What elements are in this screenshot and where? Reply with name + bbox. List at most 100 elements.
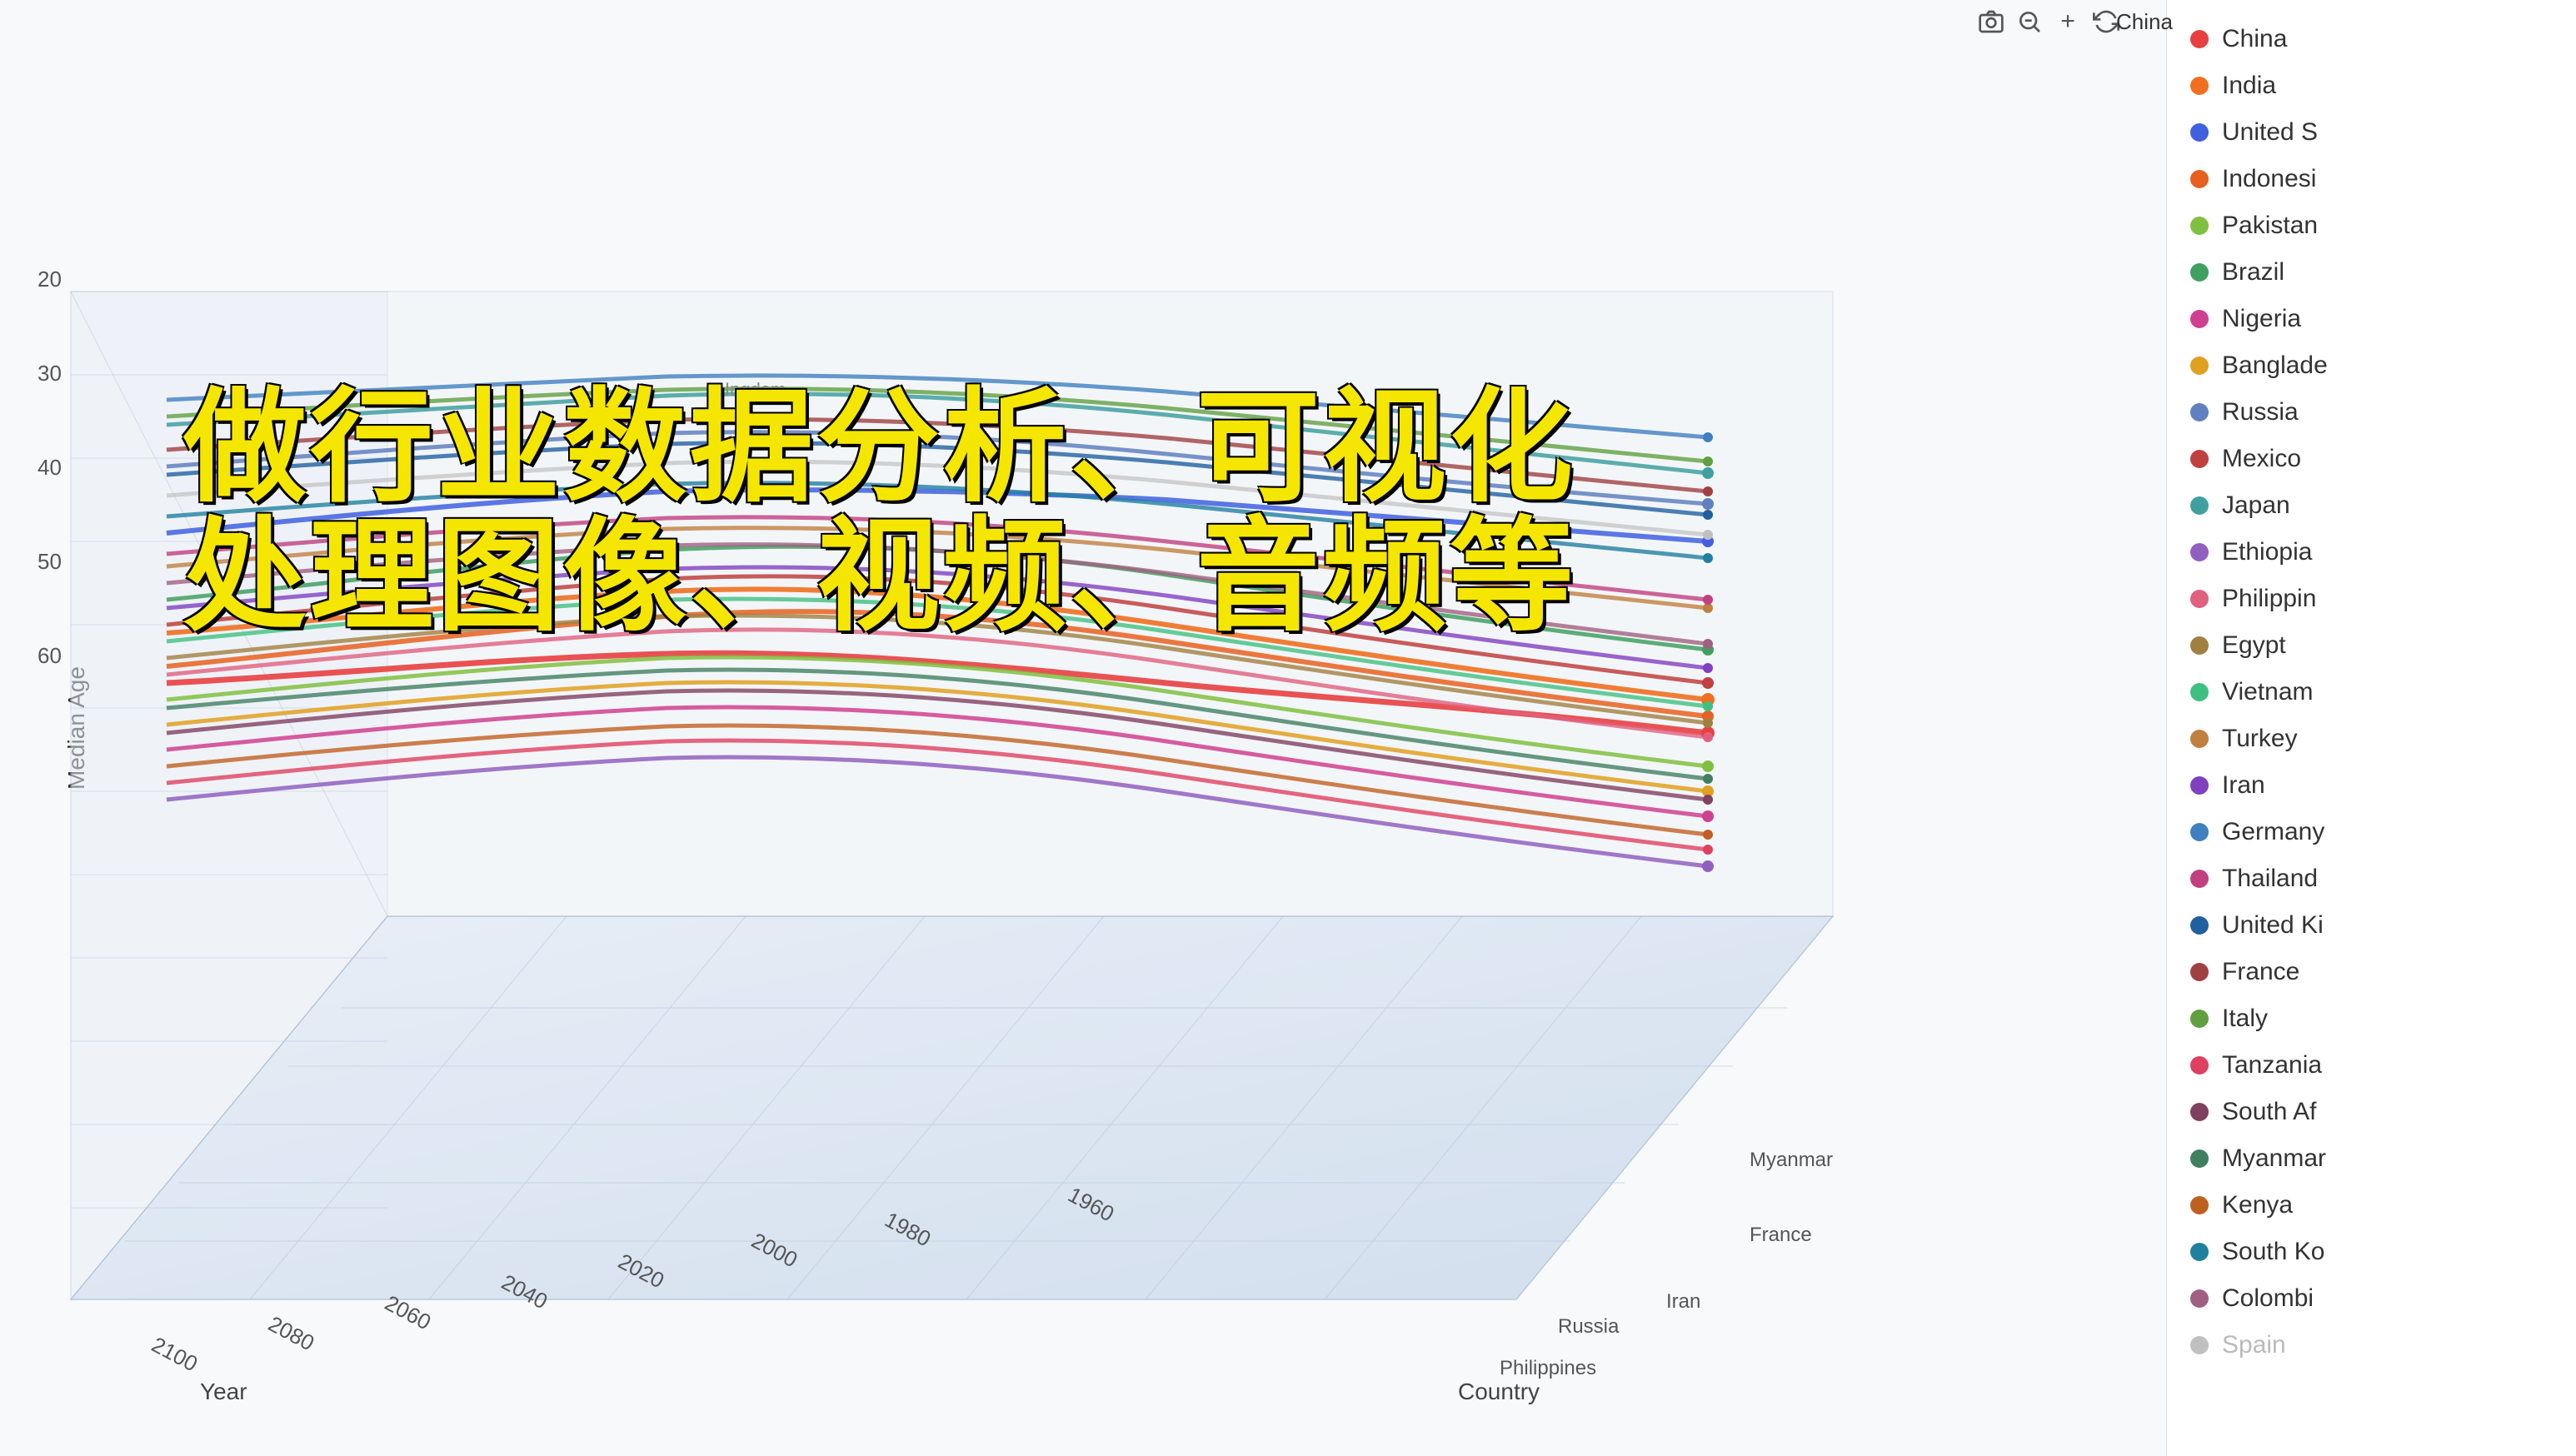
legend-item[interactable]: India [2184,63,2559,108]
legend-label: Ethiopia [2222,538,2312,566]
legend-dot [2190,123,2209,142]
legend-item[interactable]: Ethiopia [2184,530,2559,575]
legend-item[interactable]: Banglade [2184,343,2559,388]
legend-item[interactable]: Turkey [2184,716,2559,761]
legend-dot [2190,1243,2209,1261]
legend-item[interactable]: Myanmar [2184,1136,2559,1181]
legend-dot [2190,1103,2209,1121]
legend-label: Turkey [2222,725,2298,753]
legend-label: Germany [2222,818,2324,846]
legend-item[interactable]: Nigeria [2184,297,2559,342]
legend-dot [2190,636,2209,655]
legend-label: Indonesi [2222,165,2316,193]
legend-item[interactable]: Indonesi [2184,157,2559,202]
overlay-text: 做行业数据分析、可视化 处理图像、视频、音频等 [183,383,1576,642]
legend-label: Banglade [2222,352,2328,380]
legend-dot [2190,1196,2209,1214]
overlay-line1: 做行业数据分析、可视化 [183,383,1576,512]
legend-container: China India United S Indonesi Pakistan Brazil… [2184,17,2559,1368]
legend-item[interactable]: Mexico [2184,436,2559,481]
legend-item[interactable]: United S [2184,110,2559,155]
camera-icon[interactable] [1976,7,2006,37]
legend-label: Colombi [2222,1284,2314,1313]
legend-label: Brazil [2222,258,2284,287]
legend-item[interactable]: Iran [2184,763,2559,808]
legend-item[interactable]: Egypt [2184,623,2559,668]
legend-dot [2190,217,2209,235]
legend-dot [2190,543,2209,561]
legend-dot [2190,683,2209,701]
legend-label: China [2222,25,2287,53]
legend-dot [2190,30,2209,48]
legend-label: Mexico [2222,445,2301,473]
legend-label: India [2222,72,2276,100]
legend-dot [2190,870,2209,888]
legend-dot [2190,776,2209,795]
legend-label: Egypt [2222,631,2286,660]
legend-label: Japan [2222,491,2290,520]
legend-dot [2190,963,2209,981]
svg-text:Myanmar: Myanmar [1750,1149,1833,1171]
legend-label: Iran [2222,771,2265,800]
legend-item[interactable]: Russia [2184,390,2559,435]
legend-dot [2190,730,2209,748]
legend-dot [2190,1149,2209,1168]
overlay-line2: 处理图像、视频、音频等 [183,512,1576,641]
legend-item[interactable]: Spain [2184,1323,2559,1368]
legend-dot [2190,823,2209,841]
legend-dot [2190,450,2209,468]
legend-item[interactable]: United Ki [2184,903,2559,948]
legend-item[interactable]: South Ko [2184,1229,2559,1274]
svg-text:Country: Country [1458,1379,1540,1404]
legend-item[interactable]: Japan [2184,483,2559,528]
legend-dot [2190,590,2209,608]
legend-dot [2190,357,2209,375]
legend-dot [2190,310,2209,328]
legend-item[interactable]: Kenya [2184,1183,2559,1228]
legend-item[interactable]: Thailand [2184,856,2559,901]
legend-label: South Af [2222,1098,2316,1126]
legend-item[interactable]: Germany [2184,810,2559,855]
legend-label: Kenya [2222,1191,2293,1219]
legend-label: Spain [2222,1331,2286,1359]
legend-dot [2190,1289,2209,1308]
legend-item[interactable]: South Af [2184,1090,2559,1134]
legend-dot [2190,1056,2209,1075]
legend-label: United Ki [2222,911,2324,940]
plus-icon[interactable]: + [2053,7,2083,37]
legend-dot [2190,1010,2209,1028]
legend-item[interactable]: Brazil [2184,250,2559,295]
legend-dot [2190,403,2209,421]
chart-area: Median Age 20 30 40 50 60 [0,0,2166,1456]
legend-label: Tanzania [2222,1051,2322,1080]
legend-item[interactable]: Colombi [2184,1276,2559,1321]
legend-label: Italy [2222,1005,2268,1033]
legend-item[interactable]: Philippin [2184,576,2559,621]
svg-text:2080: 2080 [264,1311,318,1356]
legend-dot [2190,916,2209,935]
legend-item[interactable]: Vietnam [2184,670,2559,715]
legend-dot [2190,496,2209,515]
legend-label: France [2222,958,2299,986]
legend-item[interactable]: China [2184,17,2559,62]
legend-item[interactable]: Italy [2184,996,2559,1041]
zoom-out-icon[interactable] [2014,7,2044,37]
legend-label: Russia [2222,398,2299,426]
legend-panel: China India United S Indonesi Pakistan Brazil… [2166,0,2576,1456]
chart-svg: Ingdom 2100 2080 2060 2040 [0,0,2166,1456]
legend-item[interactable]: Tanzania [2184,1043,2559,1088]
svg-text:Year: Year [200,1379,247,1404]
legend-label: Pakistan [2222,212,2318,240]
svg-text:Philippines: Philippines [1500,1357,1596,1379]
legend-item[interactable]: France [2184,950,2559,995]
toolbar: + China [1976,7,2159,37]
legend-label: Philippin [2222,585,2316,613]
legend-dot [2190,170,2209,188]
legend-label: Myanmar [2222,1144,2326,1173]
legend-item[interactable]: Pakistan [2184,203,2559,248]
legend-dot [2190,1336,2209,1354]
legend-dot [2190,77,2209,95]
svg-text:2100: 2100 [147,1332,202,1377]
svg-text:Russia: Russia [1558,1315,1620,1338]
svg-text:Iran: Iran [1666,1290,1700,1313]
